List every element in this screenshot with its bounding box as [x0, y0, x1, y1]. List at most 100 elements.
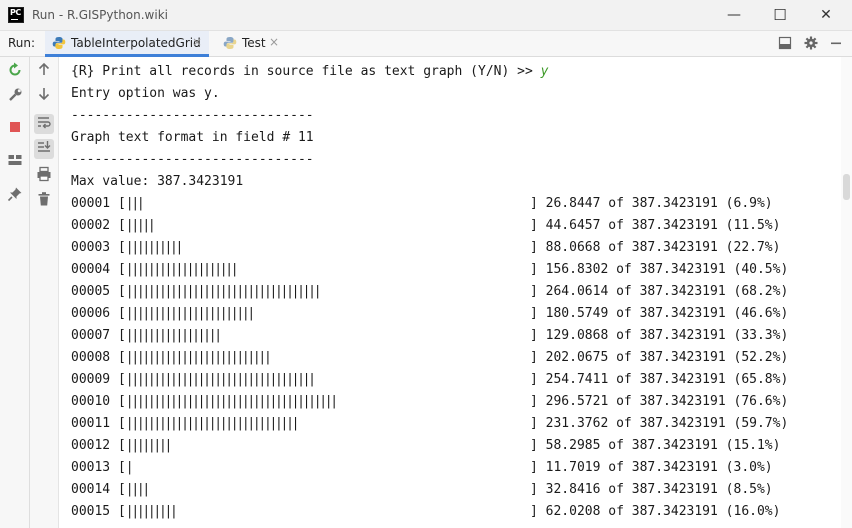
row-result: ] 58.2985 of 387.3423191 (15.1%) — [530, 438, 781, 453]
prompt-line: {R} Print all records in source file as … — [71, 61, 548, 83]
rerun-icon[interactable] — [5, 62, 25, 82]
maximize-button[interactable]: ☐ — [757, 0, 803, 31]
graph-row: 00001 [||| ] 26.8447 of 387.3423191 (6.9%… — [71, 193, 773, 215]
row-result: ] 129.0868 of 387.3423191 (33.3%) — [530, 328, 789, 343]
bar-open-bracket: [ — [110, 350, 126, 365]
graph-row: 00005 [|||||||||||||||||||||||||||||||||… — [71, 281, 788, 303]
text-bar: |||||||||||||||||||||||||| — [125, 350, 272, 365]
layout-icon[interactable] — [5, 152, 25, 172]
graph-row: 00015 [|||||||||] 62.0208 of 387.3423191… — [71, 501, 780, 523]
graph-row: 00004 [||||||||||||||||||||] 156.8302 of… — [71, 259, 788, 281]
text-bar: |||||||||||||||||||| — [125, 262, 239, 277]
python-icon — [52, 37, 66, 49]
console-output[interactable]: {R} Print all records in source file as … — [59, 57, 841, 528]
row-result: ] 296.5721 of 387.3423191 (76.6%) — [530, 394, 789, 409]
text-bar: |||||||| — [125, 438, 173, 453]
restore-layout-icon[interactable] — [777, 36, 793, 52]
row-result: ] 254.7411 of 387.3423191 (65.8%) — [530, 372, 789, 387]
text-bar: |||||||||| — [125, 240, 184, 255]
scroll-to-end-icon[interactable] — [34, 139, 54, 159]
text-bar: |||| — [125, 482, 150, 497]
bar-open-bracket: [ — [110, 460, 126, 475]
row-id: 00014 — [71, 482, 111, 497]
separator-line: ------------------------------- — [71, 108, 314, 123]
entry-option-line: Entry option was y. — [71, 86, 220, 101]
row-result: ] 88.0668 of 387.3423191 (22.7%) — [530, 240, 781, 255]
scroll-up-icon[interactable] — [34, 62, 54, 82]
tab-close-icon[interactable]: × — [192, 35, 202, 49]
minimize-panel-icon[interactable] — [828, 36, 844, 52]
bar-open-bracket: [ — [110, 482, 126, 497]
graph-row: 00009 [|||||||||||||||||||||||||||||||||… — [71, 369, 788, 391]
scroll-down-icon[interactable] — [34, 87, 54, 107]
text-bar: |||||||||||||||||||||||||||||||||||||| — [125, 394, 338, 409]
print-icon[interactable] — [34, 166, 54, 186]
text-bar: ||||||||| — [125, 504, 178, 519]
minimize-button[interactable]: — — [711, 0, 757, 31]
row-result: ] 26.8447 of 387.3423191 (6.9%) — [530, 196, 773, 211]
row-result: ] 180.5749 of 387.3423191 (46.6%) — [530, 306, 789, 321]
bar-open-bracket: [ — [110, 306, 126, 321]
row-result: ] 32.8416 of 387.3423191 (8.5%) — [530, 482, 773, 497]
row-id: 00012 — [71, 438, 111, 453]
bar-open-bracket: [ — [110, 218, 126, 233]
graph-row: 00003 [||||||||||] 88.0668 of 387.342319… — [71, 237, 780, 259]
tab-label: Test — [242, 36, 266, 50]
row-result: ] 202.0675 of 387.3423191 (52.2%) — [530, 350, 789, 365]
text-bar: ||||||||||||||||||||||||||||||| — [125, 416, 300, 431]
prompt-text: {R} Print all records in source file as … — [71, 64, 541, 79]
text-bar: ||||||||||||||||| — [125, 328, 222, 343]
tab-label: TableInterpolatedGrid — [71, 36, 201, 50]
graph-row: 00002 [|||||] 44.6457 of 387.3423191 (11… — [71, 215, 780, 237]
settings-gear-icon[interactable] — [803, 36, 819, 52]
row-result: ] 44.6457 of 387.3423191 (11.5%) — [530, 218, 781, 233]
graph-row: 00013 [|] 11.7019 of 387.3423191 (3.0%) — [71, 457, 773, 479]
stop-icon[interactable] — [5, 119, 25, 139]
graph-row: 00014 [|||| ] 32.8416 of 387.3423191 (8.5… — [71, 479, 773, 501]
separator-line: ------------------------------- — [71, 152, 314, 167]
python-icon — [223, 37, 237, 49]
row-id: 00015 — [71, 504, 111, 519]
title-bar: PC Run - R.GISPython.wiki — ☐ ✕ — [0, 0, 852, 31]
window-title: Run - R.GISPython.wiki — [32, 8, 168, 22]
vertical-scrollbar[interactable] — [841, 57, 852, 528]
row-id: 00009 — [71, 372, 111, 387]
graph-row: 00012 [|||||||| ] 58.2985 of 387.3423191 … — [71, 435, 780, 457]
text-bar: ||||||||||||||||||||||| — [125, 306, 255, 321]
graph-row: 00011 [|||||||||||||||||||||||||||||||] … — [71, 413, 788, 435]
scrollbar-thumb[interactable] — [843, 174, 850, 200]
bar-open-bracket: [ — [110, 240, 126, 255]
bar-open-bracket: [ — [110, 438, 126, 453]
row-id: 00011 — [71, 416, 111, 431]
row-id: 00004 — [71, 262, 111, 277]
close-button[interactable]: ✕ — [803, 0, 849, 31]
bar-open-bracket: [ — [110, 196, 126, 211]
text-bar: |||||||||||||||||||||||||||||||||| — [125, 372, 316, 387]
tab-test[interactable]: Test × — [218, 31, 284, 57]
text-bar: ||| — [125, 196, 145, 211]
row-id: 00008 — [71, 350, 111, 365]
soft-wrap-icon[interactable] — [34, 114, 54, 134]
tab-table-interpolated-grid[interactable]: TableInterpolatedGrid × — [45, 31, 209, 57]
row-id: 00001 — [71, 196, 111, 211]
row-id: 00006 — [71, 306, 111, 321]
row-result: ] 264.0614 of 387.3423191 (68.2%) — [530, 284, 789, 299]
graph-row: 00006 [||||||||||||||||||||||| ] 180.5749… — [71, 303, 788, 325]
tab-close-icon[interactable]: × — [269, 35, 279, 49]
trash-icon[interactable] — [34, 191, 54, 211]
max-value-line: Max value: 387.3423191 — [71, 174, 244, 189]
prompt-input: y — [540, 64, 549, 79]
pin-icon[interactable] — [5, 186, 25, 206]
row-id: 00002 — [71, 218, 111, 233]
row-id: 00013 — [71, 460, 111, 475]
row-id: 00010 — [71, 394, 111, 409]
wrench-icon[interactable] — [5, 87, 25, 107]
graph-header-line: Graph text format in field # 11 — [71, 130, 314, 145]
pycharm-logo-icon: PC — [8, 7, 24, 23]
bar-open-bracket: [ — [110, 262, 126, 277]
bar-open-bracket: [ — [110, 504, 126, 519]
row-result: ] 231.3762 of 387.3423191 (59.7%) — [530, 416, 789, 431]
bar-open-bracket: [ — [110, 372, 126, 387]
row-id: 00005 — [71, 284, 111, 299]
text-bar: ||||||||||||||||||||||||||||||||||| — [125, 284, 322, 299]
